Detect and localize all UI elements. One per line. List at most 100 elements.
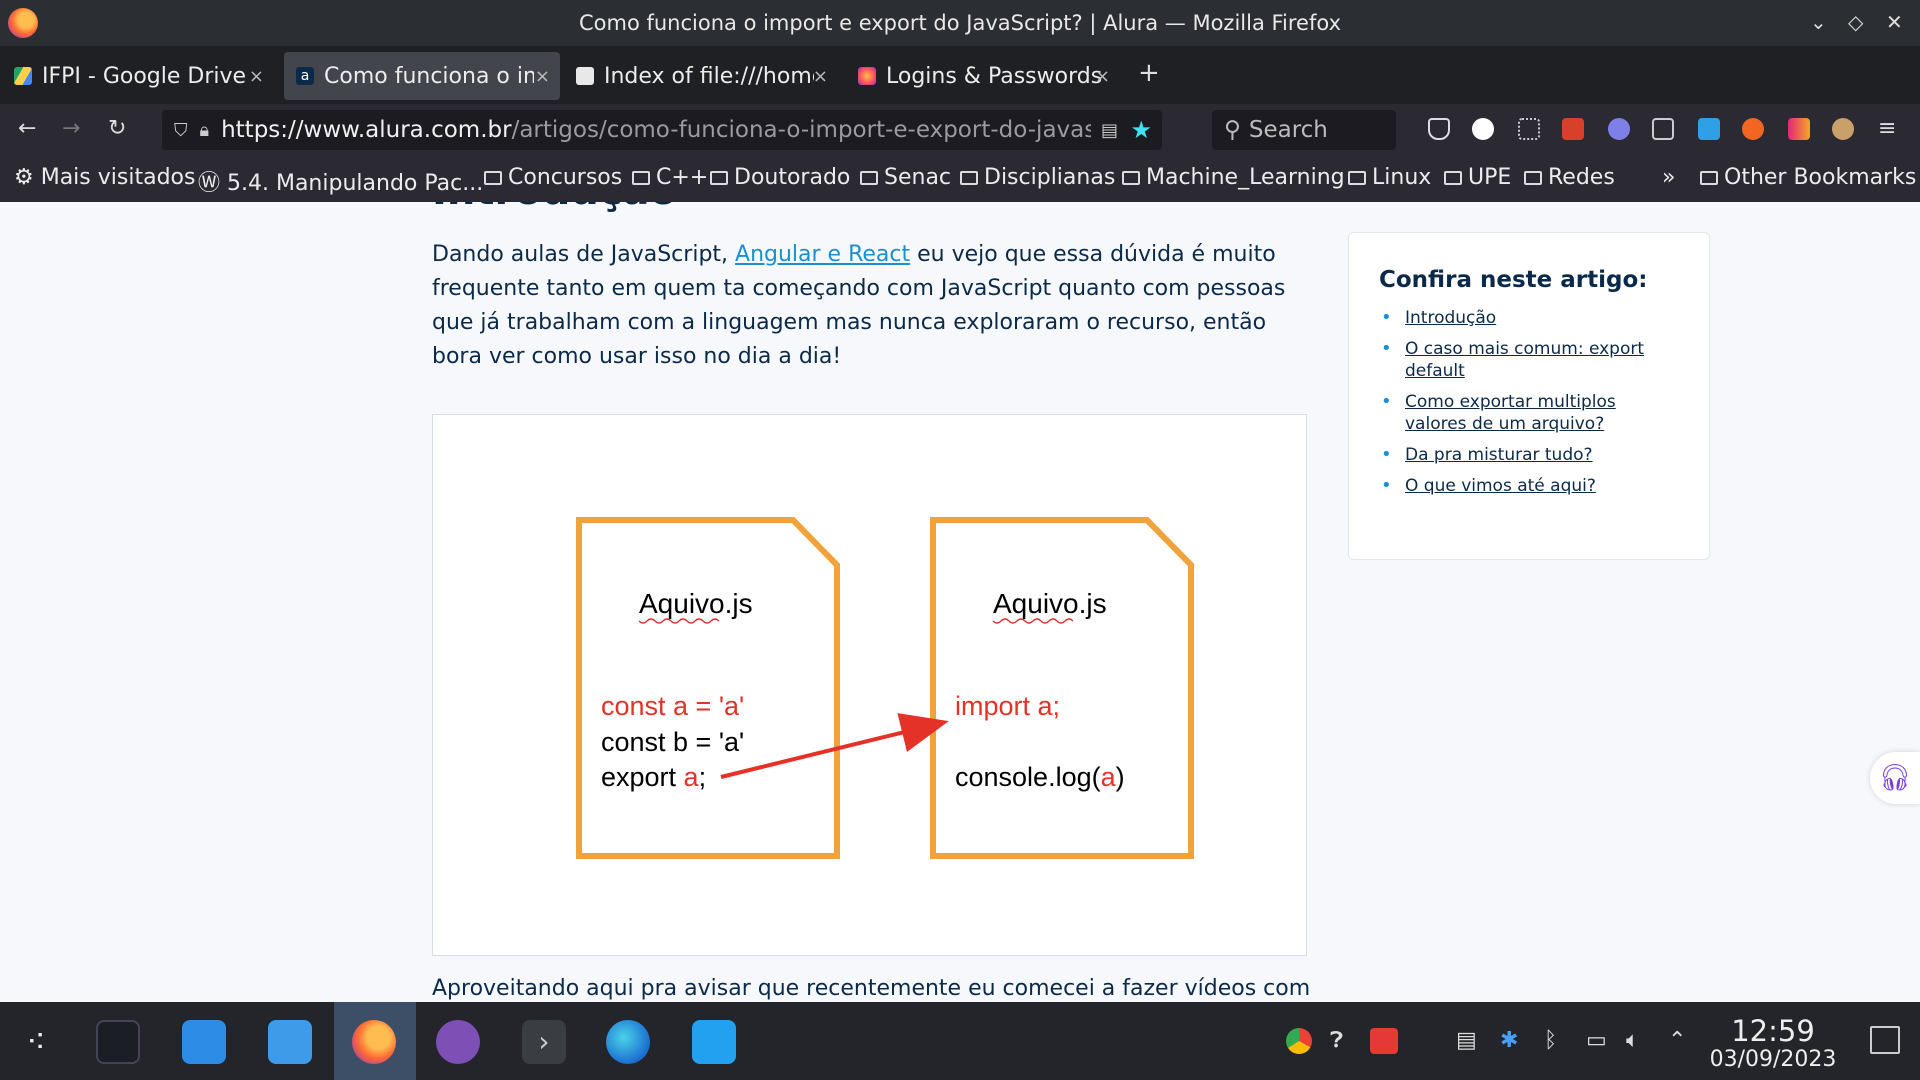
- support-headset-button[interactable]: 🎧︎: [1870, 752, 1920, 804]
- bookmark-star-icon[interactable]: ★: [1130, 116, 1152, 144]
- clock[interactable]: 12:59 03/09/2023: [1700, 1016, 1846, 1074]
- show-desktop-button[interactable]: [1870, 1026, 1900, 1054]
- left-file-name: Aquivo.js: [639, 588, 753, 619]
- emacs-icon[interactable]: [436, 1020, 480, 1064]
- bookmark-manipulando[interactable]: Ⓦ 5.4. Manipulando Pac...: [198, 165, 483, 197]
- bookmark-folder-disciplianas[interactable]: Disciplianas: [960, 165, 1115, 190]
- url-bar[interactable]: ⛉ 🔒︎ https://www.alura.com.br/artigos/co…: [162, 110, 1162, 150]
- firefox-lockwise-icon: [858, 67, 876, 85]
- forward-button[interactable]: →: [62, 116, 80, 141]
- toc-item-export-default[interactable]: O caso mais comum: export default: [1379, 338, 1679, 382]
- right-line1: import a;: [955, 691, 1060, 721]
- search-placeholder: Search: [1248, 117, 1328, 143]
- bookmark-folder-cpp[interactable]: C++: [632, 165, 708, 190]
- chrome-tray-icon[interactable]: [1286, 1028, 1312, 1054]
- left-line3: export a;: [601, 762, 706, 792]
- close-tab-icon[interactable]: ×: [1095, 66, 1110, 87]
- extension-person-icon[interactable]: [1608, 118, 1630, 140]
- tab-label: Index of file:///home/: [604, 63, 814, 89]
- headset-icon: 🎧︎: [1878, 763, 1912, 793]
- search-box[interactable]: ⚲ Search: [1212, 110, 1396, 150]
- close-tab-icon[interactable]: ×: [535, 66, 550, 87]
- anydesk-tray-icon[interactable]: [1370, 1028, 1398, 1054]
- bluetooth-app-tray-icon[interactable]: ✱: [1500, 1028, 1518, 1053]
- tab-label: IFPI - Google Drive: [42, 63, 247, 89]
- gear-icon: ⚙: [14, 165, 41, 190]
- tab-logins-passwords[interactable]: Logins & Passwords ×: [846, 52, 1120, 100]
- firefox-icon[interactable]: [8, 8, 38, 38]
- close-tab-icon[interactable]: ×: [813, 66, 828, 87]
- extension-p-icon[interactable]: [1562, 118, 1584, 140]
- system-settings-icon[interactable]: [96, 1020, 140, 1064]
- extension-window-icon[interactable]: [1652, 118, 1674, 140]
- extension-grid-icon[interactable]: [1518, 118, 1540, 140]
- angular-react-link[interactable]: Angular e React: [735, 242, 910, 267]
- url-text[interactable]: https://www.alura.com.br/artigos/como-fu…: [221, 117, 1091, 143]
- article-next-paragraph: Aproveitando aqui pra avisar que recente…: [432, 976, 1311, 1001]
- toc-item-introducao[interactable]: Introdução: [1379, 307, 1679, 329]
- taskbar: ⁖ › ❓︎ ▤ ✱ ᛒ ▭ 🔈︎ ⌃ 12:59 03/09/2023: [0, 1002, 1920, 1080]
- back-button[interactable]: ←: [18, 116, 36, 141]
- bookmarks-bar: ⚙ Mais visitados Ⓦ 5.4. Manipulando Pac.…: [0, 156, 1920, 202]
- extension-2-icon[interactable]: [1788, 118, 1810, 140]
- tab-index-file[interactable]: Index of file:///home/ ×: [564, 52, 838, 100]
- export-import-arrow: [720, 713, 949, 779]
- app-launcher-icon[interactable]: ⁖: [14, 1020, 58, 1064]
- folder-icon: [960, 171, 978, 185]
- folder-icon: [1700, 171, 1718, 185]
- minimize-icon[interactable]: ⌄: [1810, 10, 1827, 34]
- edge-icon[interactable]: [606, 1020, 650, 1064]
- folder-icon: [1122, 171, 1140, 185]
- bluetooth-tray-icon[interactable]: ᛒ: [1544, 1028, 1557, 1053]
- tracking-shield-icon[interactable]: ⛉: [174, 120, 188, 141]
- right-file-shape: [930, 517, 1194, 859]
- close-icon[interactable]: ✕: [1886, 10, 1903, 34]
- tab-alura-article[interactable]: a Como funciona o import e export do Jav…: [284, 52, 560, 100]
- extension-circle-icon[interactable]: [1472, 118, 1494, 140]
- toc-item-misturar[interactable]: Da pra misturar tudo?: [1379, 444, 1679, 466]
- bookmark-folder-senac[interactable]: Senac: [860, 165, 951, 190]
- reload-button[interactable]: ↻: [108, 116, 126, 141]
- volume-tray-icon[interactable]: 🔈︎: [1626, 1028, 1639, 1053]
- right-file-name: Aquivo.js: [993, 588, 1107, 619]
- maximize-icon[interactable]: ◇: [1848, 10, 1863, 34]
- left-line2: const b = 'a': [601, 727, 744, 757]
- extension-glasses-icon[interactable]: [1832, 118, 1854, 140]
- bookmark-folder-linux[interactable]: Linux: [1348, 165, 1431, 190]
- file-manager-icon[interactable]: [268, 1020, 312, 1064]
- toc-item-multiplos-valores[interactable]: Como exportar multiplos valores de um ar…: [1379, 391, 1679, 435]
- bookmark-mais-visitados[interactable]: ⚙ Mais visitados: [14, 165, 195, 190]
- close-tab-icon[interactable]: ×: [249, 66, 264, 87]
- extension-orange-icon[interactable]: [1742, 118, 1764, 140]
- tab-label: Como funciona o import e export do JavaS…: [324, 63, 534, 89]
- bookmark-folder-doutorado[interactable]: Doutorado: [710, 165, 850, 190]
- toc-title: Confira neste artigo:: [1379, 267, 1648, 293]
- tab-label: Logins & Passwords: [886, 63, 1103, 89]
- toc-list: Introdução O caso mais comum: export def…: [1379, 307, 1679, 497]
- help-tray-icon[interactable]: ❓︎: [1330, 1028, 1343, 1053]
- extension-new-icon[interactable]: [1698, 118, 1720, 140]
- bookmark-folder-machine-learning[interactable]: Machine_Learning: [1122, 165, 1345, 190]
- bookmarks-overflow-icon[interactable]: »: [1662, 165, 1675, 190]
- menu-icon[interactable]: ≡: [1878, 116, 1896, 141]
- left-line1: const a = 'a': [601, 691, 744, 721]
- reader-view-icon[interactable]: ▤: [1101, 120, 1118, 141]
- vscode-icon[interactable]: [692, 1020, 736, 1064]
- clipboard-tray-icon[interactable]: ▤: [1456, 1028, 1477, 1053]
- toc-item-o-que-vimos[interactable]: O que vimos até aqui?: [1379, 475, 1679, 497]
- terminal-icon[interactable]: ›: [522, 1020, 566, 1064]
- new-tab-button[interactable]: +: [1138, 58, 1160, 88]
- network-tray-icon[interactable]: ▭: [1586, 1028, 1607, 1053]
- discover-store-icon[interactable]: [182, 1020, 226, 1064]
- lock-icon[interactable]: 🔒︎: [200, 120, 210, 141]
- navigation-bar: ← → ↻ ⛉ 🔒︎ https://www.alura.com.br/arti…: [0, 104, 1920, 156]
- pocket-icon[interactable]: [1428, 118, 1450, 140]
- tray-expand-icon[interactable]: ⌃: [1668, 1028, 1686, 1053]
- bookmark-folder-concursos[interactable]: Concursos: [484, 165, 622, 190]
- tab-ifpi-drive[interactable]: IFPI - Google Drive ×: [2, 52, 274, 100]
- bookmark-folder-upe[interactable]: UPE: [1444, 165, 1511, 190]
- wordpress-icon: Ⓦ: [198, 171, 227, 196]
- firefox-taskbar-icon[interactable]: [352, 1020, 396, 1064]
- bookmark-other-bookmarks[interactable]: Other Bookmarks: [1700, 165, 1916, 190]
- bookmark-folder-redes[interactable]: Redes: [1524, 165, 1615, 190]
